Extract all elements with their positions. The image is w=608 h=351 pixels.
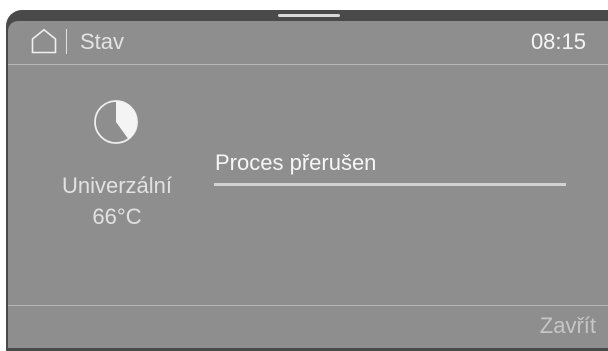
home-icon[interactable] (31, 28, 57, 54)
close-button[interactable]: Zavřít (520, 309, 608, 343)
progress-bar (214, 183, 566, 186)
status-message: Proces přerušen (215, 150, 377, 175)
clock-time: 08:15 (530, 29, 586, 54)
drag-handle[interactable] (278, 14, 340, 17)
control-panel-device: Stav 08:15 Univerzální 66°C Proces přeru… (0, 0, 608, 351)
header-separator (66, 29, 67, 54)
page-title: Stav (80, 29, 125, 54)
header-divider (8, 64, 608, 65)
pie-chart-icon (94, 100, 138, 144)
status-header: Stav 08:15 (8, 21, 608, 65)
program-temperature: 66°C (92, 204, 142, 229)
display-screen: Stav 08:15 Univerzální 66°C Proces přeru… (8, 21, 608, 348)
program-name: Univerzální (61, 173, 173, 198)
footer-divider (8, 305, 608, 306)
